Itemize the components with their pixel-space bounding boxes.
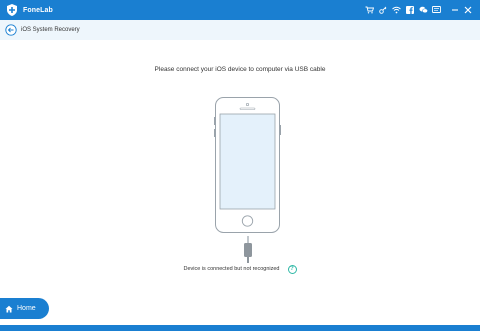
fonelab-logo-icon [5, 3, 19, 17]
feedback-icon[interactable] [431, 0, 443, 20]
title-bar: FoneLab [0, 0, 480, 20]
chat-icon[interactable] [417, 0, 429, 20]
connect-instruction: Please connect your iOS device to comput… [154, 66, 326, 73]
page-title: iOS System Recovery [21, 27, 80, 33]
connection-status-text: Device is connected but not recognized [183, 266, 280, 272]
close-icon[interactable] [462, 0, 474, 20]
home-icon [5, 305, 13, 313]
sub-header: iOS System Recovery [0, 20, 480, 40]
app-title: FoneLab [23, 6, 53, 14]
facebook-icon[interactable] [404, 0, 416, 20]
back-arrow-icon[interactable] [5, 24, 17, 36]
usb-cable-icon [242, 236, 254, 263]
title-bar-icons [363, 0, 474, 20]
bottom-bar [0, 325, 480, 331]
cart-icon[interactable] [363, 0, 375, 20]
connection-status-row: Device is connected but not recognized ? [0, 263, 480, 275]
minimize-icon[interactable] [449, 0, 461, 20]
iphone-illustration [214, 97, 281, 233]
home-button[interactable]: Home [0, 298, 49, 319]
key-icon[interactable] [377, 0, 389, 20]
home-button-label: Home [17, 305, 36, 312]
wifi-icon[interactable] [390, 0, 402, 20]
help-icon[interactable]: ? [287, 264, 297, 274]
